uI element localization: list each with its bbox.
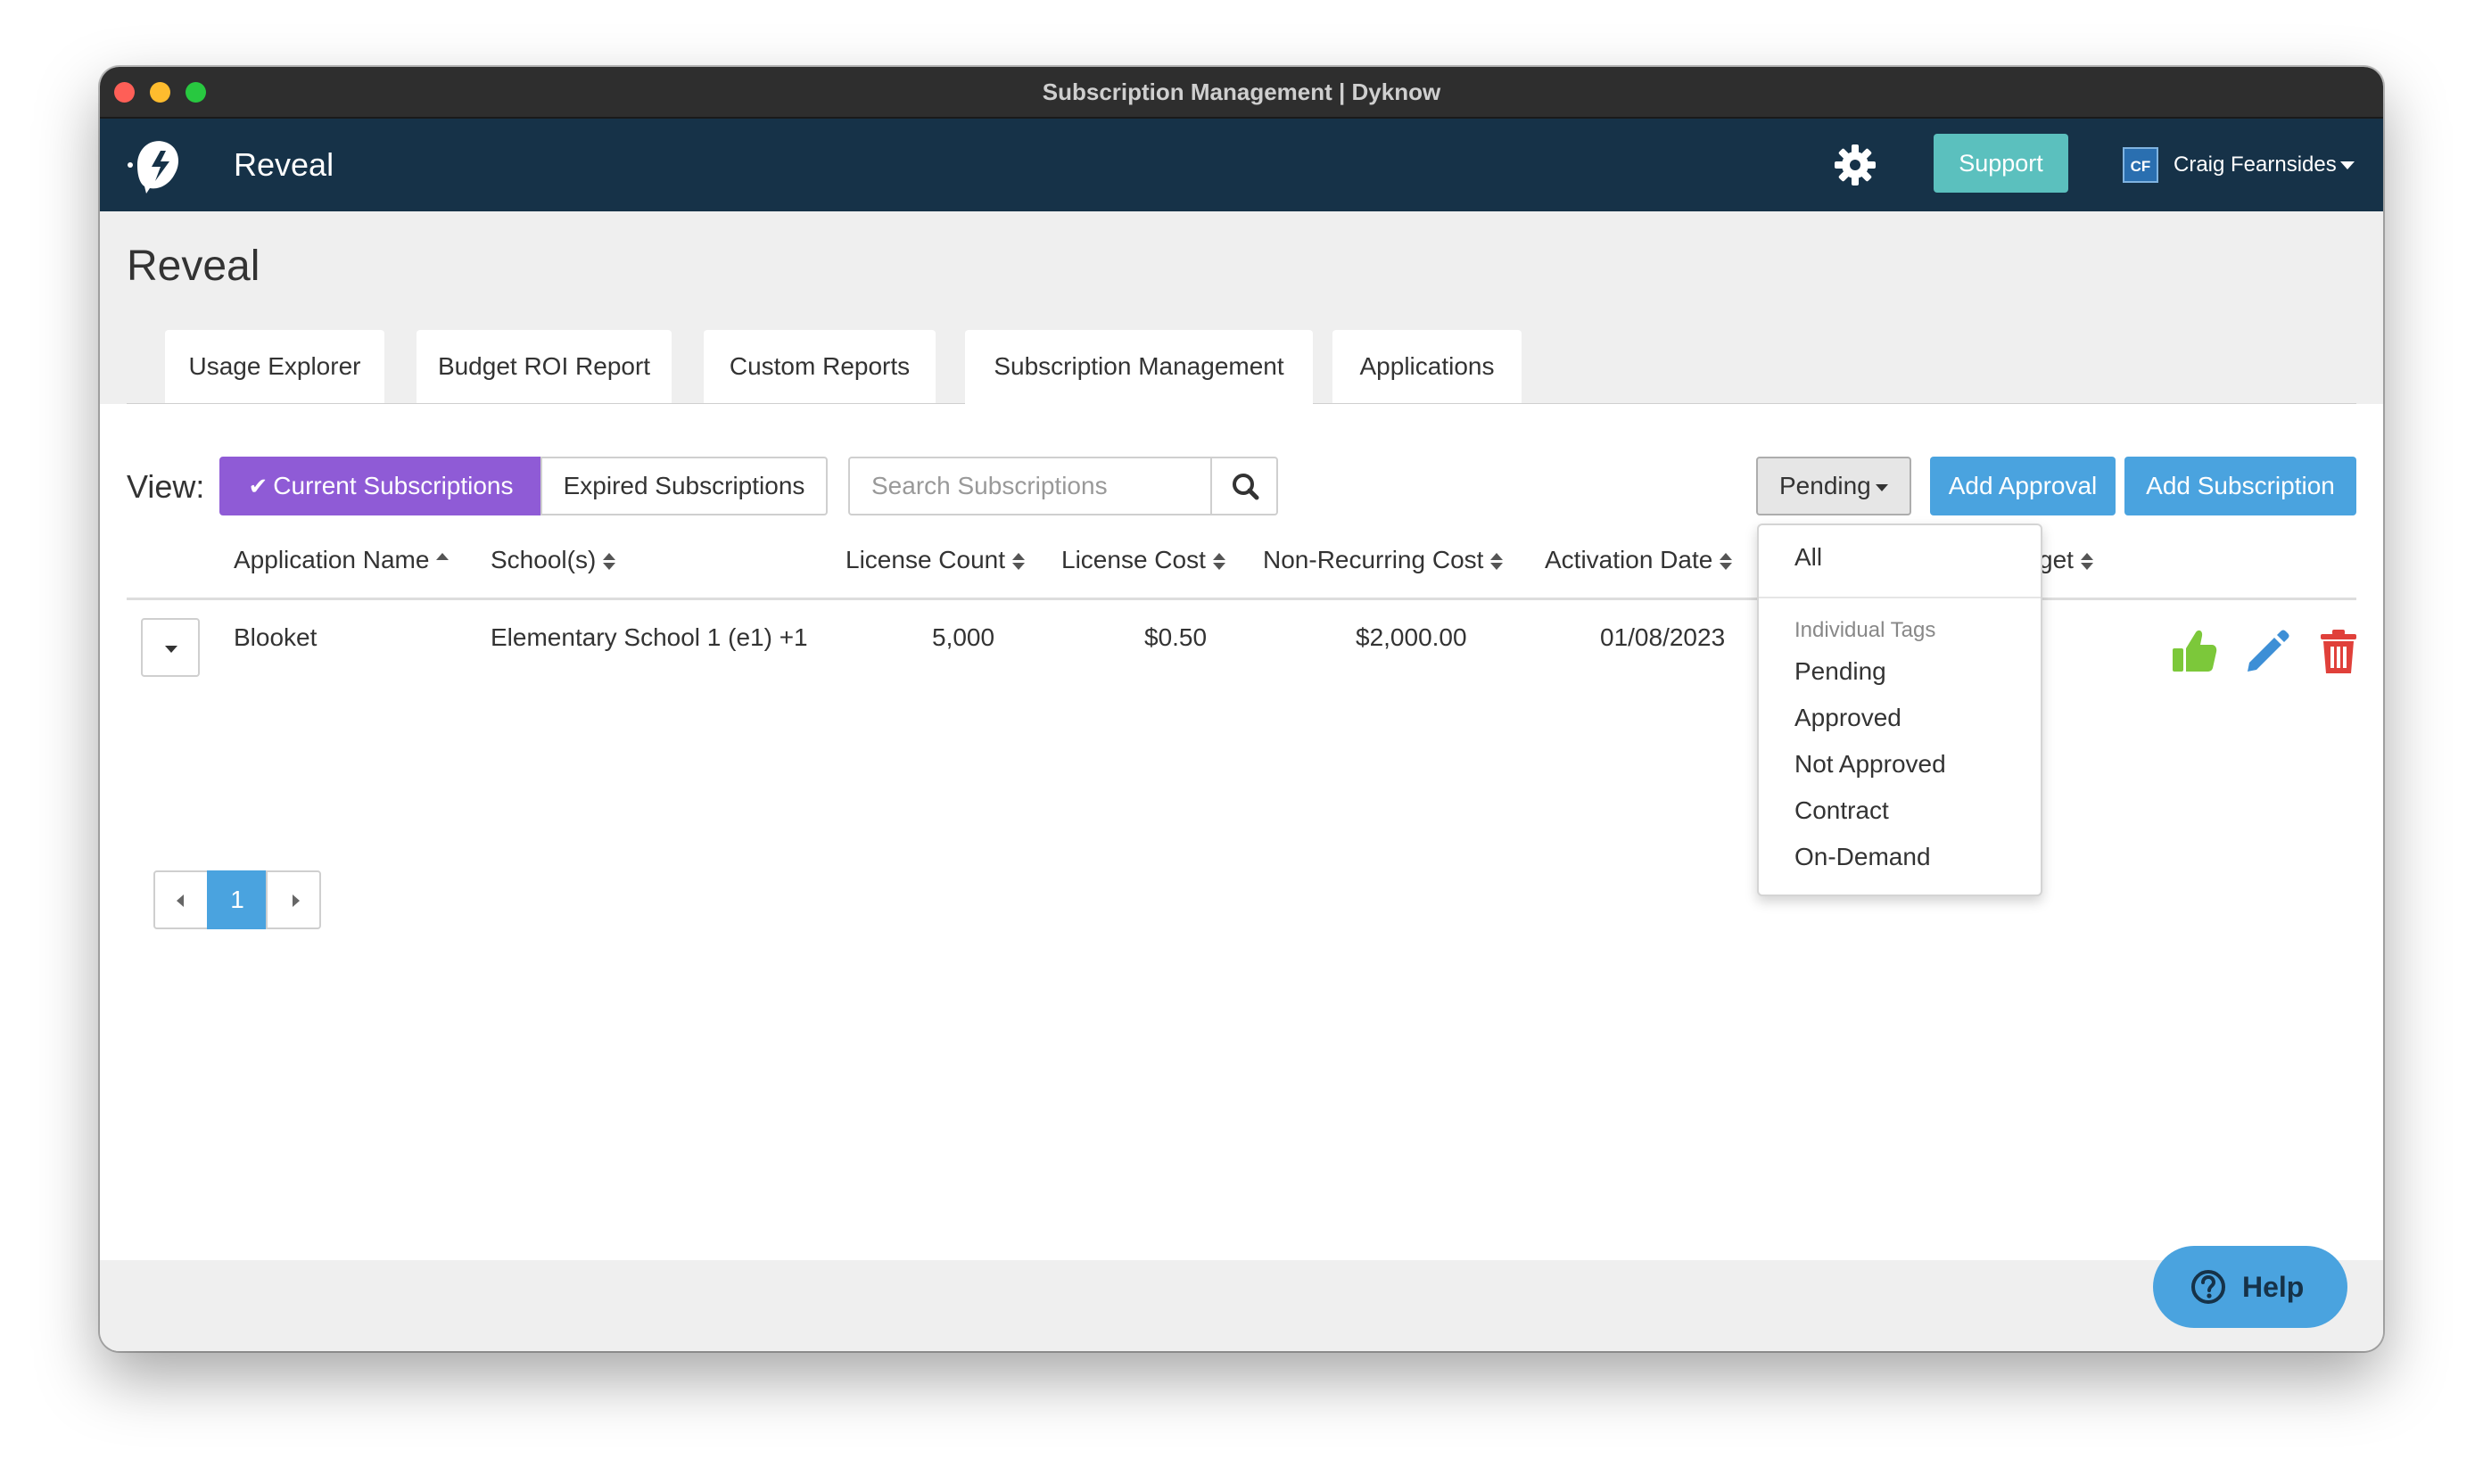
support-button[interactable]: Support — [1934, 134, 2068, 193]
thumbs-up-icon[interactable] — [2169, 627, 2219, 677]
user-menu-caret-icon[interactable] — [2340, 161, 2355, 169]
cell-application-name: Blooket — [234, 623, 318, 651]
pagination: 1 — [153, 870, 321, 929]
column-header-license-count[interactable]: License Count — [846, 523, 1026, 598]
search-button[interactable] — [1210, 457, 1278, 515]
menu-item-contract[interactable]: Contract — [1794, 796, 1889, 825]
next-page-button[interactable] — [266, 870, 321, 929]
dyknow-logo-icon[interactable] — [125, 135, 187, 195]
user-avatar[interactable]: CF — [2123, 147, 2158, 183]
tab-budget-roi-report[interactable]: Budget ROI Report — [417, 330, 672, 403]
sort-icon — [1490, 551, 1504, 573]
top-navbar: Reveal Support CF Craig Fearnsides — [100, 119, 2383, 211]
column-header-schools[interactable]: School(s) — [491, 523, 616, 598]
tab-applications[interactable]: Applications — [1332, 330, 1522, 403]
tab-usage-explorer[interactable]: Usage Explorer — [165, 330, 384, 403]
sort-icon — [1212, 551, 1225, 573]
main-content: View: ✔ Current Subscriptions Expired Sub… — [100, 404, 2383, 1328]
search-input[interactable]: Search Subscriptions — [848, 457, 1212, 515]
chevron-left-icon — [177, 895, 184, 907]
cell-non-recurring-cost: $2,000.00 — [1356, 623, 1467, 651]
tab-subscription-management[interactable]: Subscription Management — [965, 330, 1313, 405]
current-subscriptions-label: Current Subscriptions — [273, 472, 514, 499]
column-label: License Count — [846, 546, 1006, 573]
menu-item-pending[interactable]: Pending — [1794, 657, 1886, 686]
chevron-right-icon — [293, 895, 300, 907]
cell-license-cost: $0.50 — [1144, 623, 1208, 651]
cell-activation-date: 01/08/2023 — [1600, 623, 1726, 651]
user-name[interactable]: Craig Fearnsides — [2174, 119, 2337, 211]
caret-down-icon — [165, 646, 177, 653]
trash-icon[interactable] — [2314, 627, 2363, 677]
report-tabs: Usage Explorer Budget ROI Report Custom … — [127, 330, 2356, 405]
search-icon — [1233, 474, 1259, 500]
tag-filter-menu: All Individual Tags Pending Approved Not… — [1757, 524, 2042, 896]
column-header-license-cost[interactable]: License Cost — [1061, 523, 1225, 598]
column-label: License Cost — [1061, 546, 1206, 573]
sort-icon — [2080, 551, 2093, 573]
column-label: get — [2039, 546, 2074, 573]
tag-filter-value: Pending — [1779, 472, 1871, 499]
expired-subscriptions-button[interactable]: Expired Subscriptions — [540, 457, 828, 515]
column-label: Activation Date — [1545, 546, 1713, 573]
menu-group-header: Individual Tags — [1794, 618, 1936, 642]
help-button[interactable]: Help — [2153, 1246, 2347, 1328]
title-bar: Subscription Management | Dyknow — [100, 67, 2383, 119]
page-number-button[interactable]: 1 — [207, 870, 268, 929]
column-header-budget[interactable]: get — [2039, 523, 2093, 598]
column-label: Non-Recurring Cost — [1263, 546, 1484, 573]
previous-page-button[interactable] — [153, 870, 209, 929]
footer — [100, 1260, 2383, 1351]
app-window: Subscription Management | Dyknow Reveal … — [100, 67, 2383, 1351]
tab-custom-reports[interactable]: Custom Reports — [704, 330, 936, 403]
column-header-application-name[interactable]: Application Name — [234, 523, 450, 598]
sort-asc-icon — [436, 551, 450, 573]
menu-item-on-demand[interactable]: On-Demand — [1794, 843, 1931, 871]
view-label: View: — [127, 468, 205, 505]
column-header-non-recurring-cost[interactable]: Non-Recurring Cost — [1263, 523, 1504, 598]
add-approval-button[interactable]: Add Approval — [1930, 457, 2116, 515]
sort-icon — [603, 551, 616, 573]
add-subscription-button[interactable]: Add Subscription — [2124, 457, 2356, 515]
pencil-icon[interactable] — [2242, 627, 2292, 677]
help-label: Help — [2242, 1271, 2305, 1303]
current-subscriptions-button[interactable]: ✔ Current Subscriptions — [219, 457, 542, 515]
expand-row-button[interactable] — [141, 618, 200, 677]
menu-item-all[interactable]: All — [1794, 543, 1822, 572]
caret-down-icon — [1876, 484, 1888, 491]
column-label: Application Name — [234, 546, 430, 573]
page-title: Reveal — [127, 243, 260, 290]
cell-schools: Elementary School 1 (e1) +1 — [491, 623, 808, 651]
cell-license-count: 5,000 — [932, 623, 995, 651]
question-circle-icon — [2191, 1270, 2225, 1304]
tag-filter-dropdown-button[interactable]: Pending — [1756, 457, 1911, 515]
column-label: School(s) — [491, 546, 597, 573]
search-group: Search Subscriptions — [848, 457, 1278, 515]
window-title: Subscription Management | Dyknow — [1042, 78, 1441, 105]
brand-name[interactable]: Reveal — [234, 119, 334, 211]
menu-item-not-approved[interactable]: Not Approved — [1794, 750, 1946, 779]
menu-divider — [1759, 597, 2041, 598]
check-icon: ✔ — [248, 473, 268, 499]
column-header-activation-date[interactable]: Activation Date — [1545, 523, 1733, 598]
menu-item-approved[interactable]: Approved — [1794, 704, 1901, 732]
gear-icon[interactable] — [1833, 143, 1877, 187]
page-header: Reveal Usage Explorer Budget ROI Report … — [100, 211, 2383, 405]
sort-icon — [1012, 551, 1026, 573]
sort-icon — [1720, 551, 1733, 573]
